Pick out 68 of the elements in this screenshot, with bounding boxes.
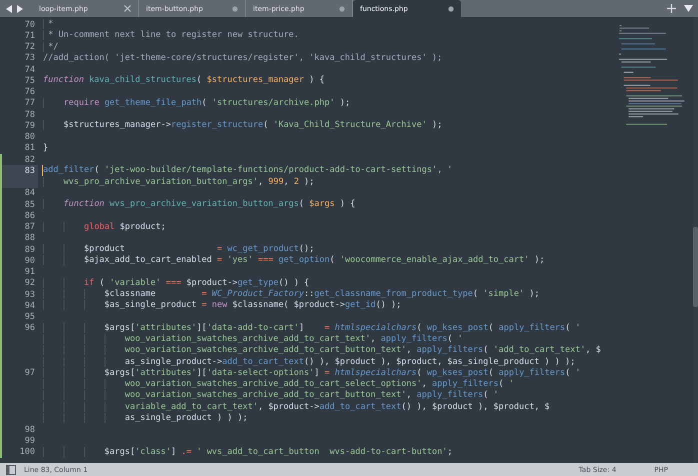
code-line: $args['class'] .= ' wvs_add_to_cart_button wvs-add-to-cart-button'; bbox=[43, 446, 452, 458]
code-line: if ( 'variable' === $product->get_type() ) { bbox=[43, 278, 310, 289]
line-number: 88 bbox=[24, 233, 36, 244]
code-line: $args['attributes']['data-select-options'] = htmlspecialchars( wp_kses_post( apply_filters( ' bbox=[43, 368, 580, 379]
line-number: 72 bbox=[24, 42, 36, 52]
unsaved-dot-icon bbox=[232, 6, 238, 12]
line-number: 91 bbox=[24, 267, 36, 278]
code-line: function wvs_pro_archive_variation_button_args( $args ) { bbox=[43, 199, 356, 210]
code-line: woo_variation_swatches_archive_add_to_cart_text', apply_filters( ' bbox=[43, 334, 463, 346]
tab-nav-arrows-icon[interactable] bbox=[6, 4, 24, 12]
plus-icon[interactable] bbox=[667, 4, 676, 13]
line-number: 100 bbox=[18, 447, 36, 458]
code-line: variable_add_to_cart_text', $product->add_to_cart_text() ), $product ), $product, $ bbox=[43, 402, 550, 413]
line-number: 77 bbox=[24, 98, 36, 108]
line-number: 73 bbox=[24, 53, 36, 64]
code-line: } bbox=[43, 142, 48, 154]
line-number: 84 bbox=[24, 188, 36, 198]
code-line: as_single_product->add_to_cart_text() ), $product ), $product, $as_single_product ) ) ); bbox=[43, 356, 576, 368]
dropdown-icon[interactable] bbox=[684, 5, 693, 12]
code-line: $product = wc_get_product(); bbox=[43, 244, 314, 256]
code-line: */ bbox=[43, 42, 58, 53]
code-line: as_single_product ) ) ); bbox=[43, 412, 248, 424]
code-line: woo_variation_swatches_archive_add_to_cart_button_text', apply_filters( 'add_to_cart_text', $ bbox=[43, 345, 601, 356]
line-number: 95 bbox=[24, 312, 36, 322]
line-number: 70 bbox=[24, 20, 36, 30]
line-number: 85 bbox=[24, 200, 36, 210]
line-number: 81 bbox=[24, 143, 36, 154]
line-number: 80 bbox=[24, 132, 36, 142]
code-line: woo_variation_swatches_archive_add_to_cart_button_text', apply_filters( ' bbox=[43, 390, 499, 402]
line-number: 98 bbox=[24, 424, 36, 435]
line-number: 94 bbox=[24, 300, 36, 311]
line-number: 71 bbox=[24, 30, 36, 41]
code-line: * Un-comment next line to register new structure. bbox=[43, 30, 299, 42]
code-line: $classname = WC_Product_Factory::get_classname_from_product_type( 'simple' ); bbox=[43, 289, 540, 300]
line-number: 92 bbox=[24, 278, 36, 288]
line-number: 79 bbox=[24, 120, 36, 131]
code-line: //add_action( 'jet-theme-core/structures/register', 'kava_child_structures' ); bbox=[43, 52, 442, 64]
line-number: 74 bbox=[24, 64, 36, 75]
code-line: add_filter( 'jet-woo-builder/template-functions/product-add-to-cart-settings', ' bbox=[43, 165, 452, 176]
line-number: 83 bbox=[24, 166, 36, 176]
code-line: $as_single_product = new $classname( $product->get_id() ); bbox=[43, 300, 402, 312]
code-line: woo_variation_swatches_archive_add_to_cart_select_options', apply_filters( ' bbox=[43, 379, 514, 390]
code-line: wvs_pro_archive_variation_button_args', 999, 2 ); bbox=[43, 176, 314, 188]
line-number: 99 bbox=[24, 436, 36, 446]
close-icon[interactable] bbox=[124, 5, 131, 12]
code-line: require get_theme_file_path( 'structures/archive.php' ); bbox=[43, 98, 350, 109]
line-number: 82 bbox=[24, 154, 36, 165]
line-number: 86 bbox=[24, 210, 36, 221]
line-number: 96 bbox=[24, 323, 36, 334]
code-line: * bbox=[43, 19, 54, 30]
scrollbar-thumb[interactable] bbox=[693, 227, 698, 307]
line-number: 78 bbox=[24, 110, 36, 120]
unsaved-dot-icon bbox=[339, 6, 345, 12]
line-number: 93 bbox=[24, 290, 36, 300]
line-number: 75 bbox=[24, 76, 36, 86]
line-number: 90 bbox=[24, 256, 36, 266]
unsaved-dot-icon bbox=[448, 6, 454, 12]
code-line: $args['attributes']['data-add-to-cart'] = htmlspecialchars( wp_kses_post( apply_filters( ' bbox=[43, 322, 580, 334]
line-number: 89 bbox=[24, 244, 36, 255]
code-line: function kava_child_structures( $structures_manager ) { bbox=[43, 75, 324, 86]
text-cursor bbox=[42, 165, 43, 176]
line-number: 76 bbox=[24, 87, 36, 98]
line-number: 87 bbox=[24, 222, 36, 232]
panel-toggle-icon[interactable] bbox=[6, 464, 16, 474]
line-number: 97 bbox=[24, 368, 36, 378]
code-line: $ajax_add_to_cart_enabled = 'yes' === get_option( 'woocommerce_enable_ajax_add_to_cart' ); bbox=[43, 255, 545, 266]
code-line: $structures_manager->register_structure( 'Kava_Child_Structure_Archive' ); bbox=[43, 120, 442, 132]
code-line: global $product; bbox=[43, 222, 166, 233]
